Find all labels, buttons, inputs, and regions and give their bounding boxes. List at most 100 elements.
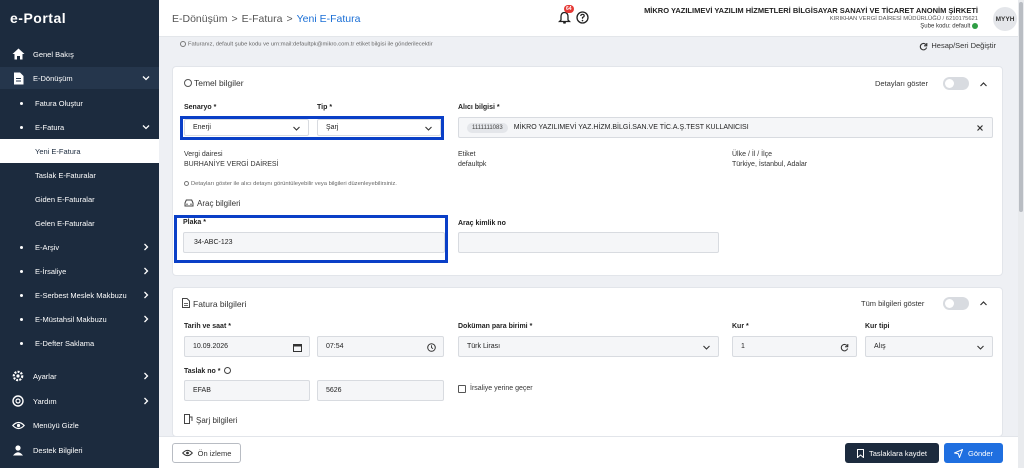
help-icon[interactable] xyxy=(224,367,232,374)
para-birimi-select[interactable]: Türk Lirası xyxy=(458,336,719,357)
kur-input[interactable]: 1 xyxy=(732,336,857,357)
sidebar-item-label: E-Müstahsil Makbuzu xyxy=(35,314,107,324)
alici-name: MİKRO YAZILIMEVİ YAZ.HİZM.BİLGİ.SAN.VE T… xyxy=(513,124,749,131)
taslak-number-input[interactable]: 5626 xyxy=(317,380,444,401)
chevron-right-icon xyxy=(141,314,151,324)
eye-icon xyxy=(181,449,193,457)
senaryo-value: Enerji xyxy=(193,124,211,131)
send-icon xyxy=(953,448,963,458)
sidebar-item-yardim[interactable]: Yardım xyxy=(0,392,159,410)
bullet-icon xyxy=(20,293,23,297)
temel-bilgiler-title: Temel bilgiler xyxy=(184,78,244,88)
sidebar-item-label: Gelen E-Faturalar xyxy=(35,218,95,228)
breadcrumb-item[interactable]: E-Fatura xyxy=(242,13,283,25)
sidebar-item-menuyu-gizle[interactable]: Menüyü Gizle xyxy=(0,416,159,434)
eye-icon xyxy=(11,418,25,432)
help-circle-icon[interactable] xyxy=(576,11,590,25)
close-icon[interactable] xyxy=(976,124,985,133)
sidebar-item-label: E-Serbest Meslek Makbuzu xyxy=(35,290,127,300)
notification-bell-icon[interactable]: 64 xyxy=(558,5,574,25)
irsaliye-checkbox[interactable] xyxy=(458,385,466,393)
breadcrumb-item[interactable]: E-Dönüşüm xyxy=(172,13,227,25)
refresh-icon xyxy=(919,42,928,51)
chevron-down-icon xyxy=(141,122,151,132)
home-icon xyxy=(11,47,25,61)
breadcrumb-current: Yeni E-Fatura xyxy=(296,13,361,25)
top-bar: E-Dönüşüm > E-Fatura > Yeni E-Fatura 64 … xyxy=(159,0,1024,37)
vergi-dairesi-label: Vergi dairesi xyxy=(184,151,223,158)
ulke-label: Ülke / İl / İlçe xyxy=(732,151,773,158)
tip-select[interactable]: Şarj xyxy=(317,119,441,136)
calendar-icon[interactable] xyxy=(293,343,302,352)
sidebar-item-e-mustahsil[interactable]: E-Müstahsil Makbuzu xyxy=(0,310,159,328)
date-input[interactable]: 10.09.2026 xyxy=(184,336,310,357)
sidebar-item-e-donusum[interactable]: E-Dönüşüm xyxy=(0,67,159,89)
senaryo-select[interactable]: Enerji xyxy=(184,119,309,136)
sidebar-item-label: Yardım xyxy=(33,396,57,406)
chevron-right-icon xyxy=(141,396,151,406)
details-toggle-switch[interactable] xyxy=(943,77,969,90)
sarj-title-text: Şarj bilgileri xyxy=(196,416,238,425)
scrollbar-thumb[interactable] xyxy=(1019,2,1023,212)
sidebar-item-e-arsiv[interactable]: E-Arşiv xyxy=(0,238,159,256)
arac-kimlik-input[interactable] xyxy=(458,232,719,253)
chevron-right-icon xyxy=(141,371,151,381)
sidebar-item-e-defter[interactable]: E-Defter Saklama xyxy=(0,334,159,352)
sidebar-item-label: E-Dönüşüm xyxy=(33,73,73,83)
hesap-seri-label: Hesap/Seri Değiştir xyxy=(931,41,996,50)
bullet-icon xyxy=(20,317,23,321)
sidebar-item-fatura-olustur[interactable]: Fatura Oluştur xyxy=(0,94,159,112)
bullet-icon xyxy=(20,125,23,129)
preview-button[interactable]: Ön izleme xyxy=(172,443,241,463)
app-logo: e-Portal xyxy=(10,10,67,26)
alici-label: Alıcı bilgisi * xyxy=(458,104,500,111)
document-icon xyxy=(11,71,25,85)
para-birimi-label: Doküman para birimi * xyxy=(458,323,533,330)
bullet-icon xyxy=(20,269,23,273)
tarih-label: Tarih ve saat * xyxy=(184,323,231,330)
gear-icon xyxy=(11,369,25,383)
para-birimi-value: Türk Lirası xyxy=(467,343,501,350)
save-draft-button[interactable]: Taslaklara kaydet xyxy=(845,443,939,463)
sidebar-item-e-serbest-meslek[interactable]: E-Serbest Meslek Makbuzu xyxy=(0,286,159,304)
breadcrumb-separator: > xyxy=(231,13,238,25)
chevron-down-icon xyxy=(292,124,301,133)
tip-value: Şarj xyxy=(326,124,339,131)
clock-icon[interactable] xyxy=(427,343,436,352)
refresh-icon[interactable] xyxy=(840,343,849,352)
taslak-prefix-input[interactable]: EFAB xyxy=(184,380,310,401)
sidebar-item-taslak-e-faturalar[interactable]: Taslak E-Faturalar xyxy=(0,166,159,184)
sidebar-item-e-fatura[interactable]: E-Fatura xyxy=(0,118,159,136)
bullet-icon xyxy=(20,245,23,249)
plaka-input[interactable]: 34-ABC-123 xyxy=(183,232,445,253)
sidebar-item-giden-e-faturalar[interactable]: Giden E-Faturalar xyxy=(0,190,159,208)
arac-title-text: Araç bilgileri xyxy=(197,199,241,208)
sidebar-item-destek-bilgileri[interactable]: Destek Bilgileri xyxy=(0,441,159,459)
sidebar-item-genel-bakis[interactable]: Genel Bakış xyxy=(0,45,159,63)
all-info-toggle-switch[interactable] xyxy=(943,297,969,310)
send-button[interactable]: Gönder xyxy=(944,443,1003,463)
vergi-dairesi-value: BURHANİYE VERGİ DAİRESİ xyxy=(184,161,279,168)
sidebar-item-yeni-e-fatura[interactable]: Yeni E-Fatura xyxy=(0,139,159,163)
sidebar-item-gelen-e-faturalar[interactable]: Gelen E-Faturalar xyxy=(0,214,159,232)
send-label: Gönder xyxy=(967,448,994,458)
alici-select[interactable]: 1111111083 MİKRO YAZILIMEVİ YAZ.HİZM.BİL… xyxy=(458,117,993,138)
sidebar-item-ayarlar[interactable]: Ayarlar xyxy=(0,367,159,385)
all-info-toggle-label: Tüm bilgileri göster xyxy=(861,299,925,308)
avatar[interactable]: MYYH xyxy=(993,7,1017,31)
info-circle-icon xyxy=(184,79,192,87)
chevron-up-icon[interactable] xyxy=(979,299,988,308)
sidebar-item-label: E-Defter Saklama xyxy=(35,338,95,348)
breadcrumb: E-Dönüşüm > E-Fatura > Yeni E-Fatura xyxy=(172,13,360,25)
bullet-icon xyxy=(20,101,23,105)
sidebar-item-label: Ayarlar xyxy=(33,371,57,381)
kur-tipi-select[interactable]: Alış xyxy=(865,336,993,357)
sidebar: e-Portal Genel Bakış E-Dönüşüm Fatura Ol… xyxy=(0,0,159,468)
hesap-seri-degistir-link[interactable]: Hesap/Seri Değiştir xyxy=(919,41,996,51)
scrollbar[interactable] xyxy=(1018,0,1024,468)
chevron-up-icon[interactable] xyxy=(979,80,988,89)
time-input[interactable]: 07:54 xyxy=(317,336,444,357)
sidebar-item-e-irsaliye[interactable]: E-İrsaliye xyxy=(0,262,159,280)
chevron-down-icon xyxy=(702,343,711,352)
sidebar-item-label: Genel Bakış xyxy=(33,49,74,59)
